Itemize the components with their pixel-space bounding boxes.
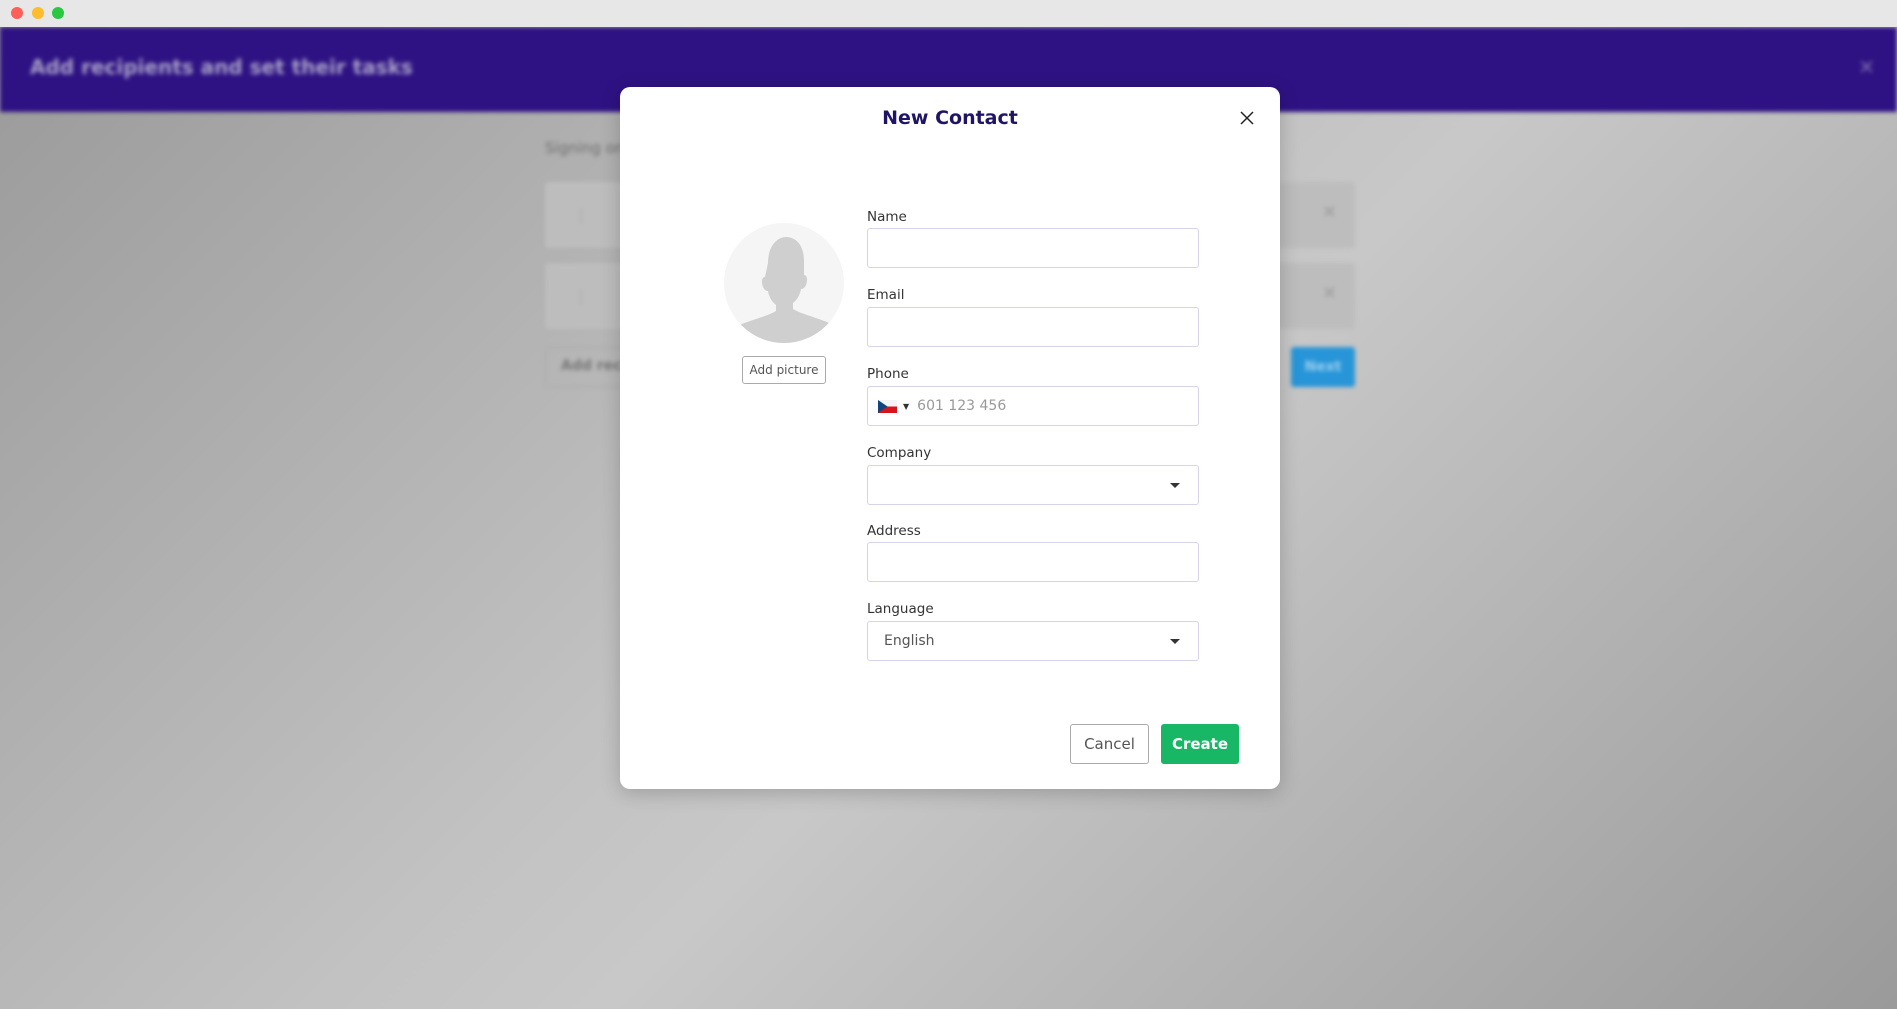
czech-flag-icon[interactable]: [878, 399, 897, 413]
country-dropdown-caret-icon[interactable]: ▼: [903, 402, 909, 411]
drag-handle-icon[interactable]: ⋮: [573, 287, 589, 306]
person-silhouette-icon: [736, 237, 833, 343]
create-button[interactable]: Create: [1161, 724, 1239, 764]
language-label: Language: [867, 601, 934, 617]
company-select[interactable]: [867, 465, 1199, 505]
window-maximize-button[interactable]: [52, 7, 64, 19]
language-value: English: [884, 633, 935, 649]
window-close-button[interactable]: [11, 7, 23, 19]
cancel-button[interactable]: Cancel: [1070, 724, 1149, 764]
window-minimize-button[interactable]: [32, 7, 44, 19]
new-contact-dialog: New Contact Add picture Name Email Phone…: [620, 87, 1280, 789]
name-label: Name: [867, 209, 907, 225]
window-titlebar: [0, 0, 1897, 27]
email-label: Email: [867, 287, 905, 303]
address-input[interactable]: [867, 542, 1199, 582]
phone-placeholder: 601 123 456: [917, 398, 1007, 414]
email-input[interactable]: [867, 307, 1199, 347]
remove-icon[interactable]: ✕: [1322, 283, 1337, 304]
add-picture-button[interactable]: Add picture: [742, 356, 826, 384]
remove-icon[interactable]: ✕: [1322, 202, 1337, 223]
avatar-placeholder: [724, 223, 844, 343]
address-label: Address: [867, 523, 921, 539]
chevron-down-icon: [1170, 483, 1180, 488]
language-select[interactable]: English: [867, 621, 1199, 661]
phone-input[interactable]: ▼ 601 123 456: [867, 386, 1199, 426]
dialog-title: New Contact: [882, 107, 1018, 129]
close-icon[interactable]: ✕: [1858, 55, 1875, 79]
close-icon[interactable]: [1238, 109, 1256, 127]
name-input[interactable]: [867, 228, 1199, 268]
page-title: Add recipients and set their tasks: [30, 55, 413, 79]
phone-label: Phone: [867, 366, 909, 382]
chevron-down-icon: [1170, 639, 1180, 644]
next-button[interactable]: Next: [1291, 347, 1355, 387]
company-label: Company: [867, 445, 932, 461]
drag-handle-icon[interactable]: ⋮: [573, 206, 589, 225]
